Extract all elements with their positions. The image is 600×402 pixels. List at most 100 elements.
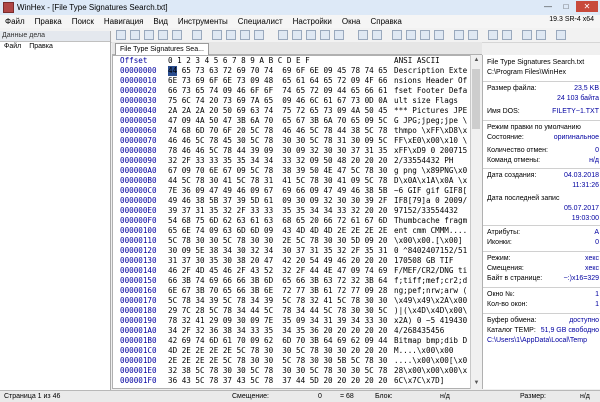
hex-row[interactable]: 00000170 5C 78 34 39 5C 78 34 39 5C 78 32… — [113, 296, 481, 306]
hex-row-ascii[interactable]: ....\x00\x00[\x0 — [394, 356, 467, 366]
hex-editor[interactable]: Offset 0 1 2 3 4 5 6 7 8 9 A B C D E F A… — [112, 55, 482, 389]
print-icon[interactable] — [158, 30, 168, 40]
hex-row-bytes[interactable]: 39 37 31 35 32 2F 33 33 35 35 34 34 33 3… — [168, 206, 387, 216]
hex-row[interactable]: 000000D0 49 46 38 5B 37 39 5D 61 09 30 09… — [113, 196, 481, 206]
hex-row-bytes[interactable]: 2A 2A 2A 20 50 69 63 74 75 72 65 73 09 4… — [168, 106, 387, 116]
hex-row-ascii[interactable]: g png \x89PNG\x0 — [394, 166, 467, 176]
hex-row[interactable]: 00000000 44 65 73 63 72 69 70 74 69 6F 6E… — [113, 66, 481, 76]
hex-row[interactable]: 00000100 65 6E 74 09 63 6D 6D 09 43 4D 4D… — [113, 226, 481, 236]
hex-row-bytes[interactable]: 5C 78 34 39 5C 78 34 39 5C 78 32 41 5C 7… — [168, 296, 387, 306]
hex-row-ascii[interactable]: ng;pef;nrw;arw ( — [394, 286, 467, 296]
hex-row-ascii[interactable]: fset Footer Defa — [394, 86, 467, 96]
hex-row-ascii[interactable]: thmpo \xFF\xD8\x — [394, 126, 467, 136]
hex-row-ascii[interactable]: FF\xE0\x00\x10 \ — [394, 136, 467, 146]
menu-edit[interactable]: Правка — [30, 17, 67, 26]
hex-row-bytes[interactable]: 5C 78 30 30 5C 78 30 30 2E 5C 78 30 30 5… — [168, 236, 387, 246]
hex-row-bytes[interactable]: 44 5C 78 30 41 5C 78 31 41 5C 78 30 41 0… — [168, 176, 387, 186]
case-menu-edit[interactable]: Правка — [29, 43, 53, 50]
hex-row-ascii[interactable]: 28\x00\x00\x00\x — [394, 366, 467, 376]
menu-tools[interactable]: Инструменты — [173, 17, 233, 26]
hex-row[interactable]: 00000080 78 46 46 5C 78 44 39 09 30 09 32… — [113, 146, 481, 156]
hex-row[interactable]: 00000160 6E 67 3B 70 65 66 3B 6E 72 77 3B… — [113, 286, 481, 296]
hex-row-ascii[interactable]: )|(\x4D\x4D\x00\ — [394, 306, 467, 316]
hex-row[interactable]: 00000090 32 2F 33 33 35 35 34 34 33 32 09… — [113, 156, 481, 166]
hex-row[interactable]: 000000C0 7E 36 09 47 49 46 09 67 69 66 09… — [113, 186, 481, 196]
hex-row[interactable]: 000000F0 54 68 75 6D 62 63 61 63 68 65 20… — [113, 216, 481, 226]
scroll-down-icon[interactable]: ▼ — [472, 379, 481, 388]
vertical-scrollbar[interactable]: ▲ ▼ — [470, 55, 482, 389]
last-icon[interactable] — [502, 30, 512, 40]
hex-row[interactable]: 00000060 74 68 6D 70 6F 20 5C 78 46 46 5C… — [113, 126, 481, 136]
case-menu-file[interactable]: Файл — [4, 43, 21, 50]
hex-row-bytes[interactable]: 54 68 75 6D 62 63 61 63 68 65 20 66 72 6… — [168, 216, 387, 226]
forward-arrow-icon[interactable] — [468, 30, 478, 40]
hex-row-bytes[interactable]: 46 46 5C 78 45 30 5C 78 30 30 5C 78 31 3… — [168, 136, 387, 146]
hex-row-bytes[interactable]: 47 09 4A 50 47 3B 6A 70 65 67 3B 6A 70 6… — [168, 116, 387, 126]
goto-offset-icon[interactable] — [358, 30, 368, 40]
hex-row[interactable]: 00000130 31 37 30 35 30 38 20 47 42 20 54… — [113, 256, 481, 266]
hex-row-ascii[interactable]: x2A) 0 ~5 419430 — [394, 316, 467, 326]
help-icon[interactable] — [556, 30, 566, 40]
new-file-icon[interactable] — [116, 30, 126, 40]
hex-row[interactable]: 000001A0 34 2F 32 36 38 34 33 35 34 35 36… — [113, 326, 481, 336]
goto-sector-icon[interactable] — [372, 30, 382, 40]
menu-view[interactable]: Вид — [148, 17, 172, 26]
hex-row-bytes[interactable]: 6E 67 3B 70 65 66 3B 6E 72 77 3B 61 72 7… — [168, 286, 387, 296]
hex-row-bytes[interactable]: 66 3B 74 69 66 66 3B 6D 65 66 3B 63 72 3… — [168, 276, 387, 286]
hex-row-bytes[interactable]: 74 68 6D 70 6F 20 5C 78 46 46 5C 78 44 3… — [168, 126, 387, 136]
hex-row-ascii[interactable]: ~6 GIF gif GIF8[ — [394, 186, 467, 196]
hex-row-bytes[interactable]: 6E 73 69 6F 6E 73 09 48 65 61 64 65 72 0… — [168, 76, 387, 86]
hex-row-bytes[interactable]: 31 37 30 35 30 38 20 47 42 20 54 49 46 2… — [168, 256, 387, 266]
properties-icon[interactable] — [172, 30, 182, 40]
ram-icon[interactable] — [406, 30, 416, 40]
hex-row-ascii[interactable]: ent cmm CMMM.... — [394, 226, 467, 236]
hex-row-bytes[interactable]: 67 09 70 6E 67 09 5C 78 38 39 50 4E 47 5… — [168, 166, 387, 176]
hex-row[interactable]: 00000180 29 7C 28 5C 78 34 44 5C 78 34 44… — [113, 306, 481, 316]
tab-file-type-signatures[interactable]: File Type Signatures Sea... — [115, 43, 209, 55]
hex-row-ascii[interactable]: 4/268435456 — [394, 326, 467, 336]
first-icon[interactable] — [488, 30, 498, 40]
hex-row-bytes[interactable]: 75 6C 74 20 73 69 7A 65 09 46 6C 61 67 7… — [168, 96, 387, 106]
hex-row-ascii[interactable]: D\x0A\x1A\x0A \x — [394, 176, 467, 186]
hex-row[interactable]: 00000190 78 32 41 29 09 30 09 7E 35 09 34… — [113, 316, 481, 326]
hex-row[interactable]: 00000020 66 73 65 74 09 46 6F 6F 74 65 72… — [113, 86, 481, 96]
hex-row[interactable]: 00000110 5C 78 30 30 5C 78 30 30 2E 5C 78… — [113, 236, 481, 246]
hex-row-ascii[interactable]: 2/33554432 PH — [394, 156, 467, 166]
hex-row-ascii[interactable]: 0 ^8402407152/51 — [394, 246, 467, 256]
disk-icon[interactable] — [392, 30, 402, 40]
hex-row[interactable]: 00000150 66 3B 74 69 66 66 3B 6D 65 66 3B… — [113, 276, 481, 286]
hex-row-bytes[interactable]: 34 2F 32 36 38 34 33 35 34 35 36 20 20 2… — [168, 326, 387, 336]
hex-row[interactable]: 00000050 47 09 4A 50 47 3B 6A 70 65 67 3B… — [113, 116, 481, 126]
replace-hex-icon[interactable] — [320, 30, 330, 40]
hex-row[interactable]: 000001B0 42 69 74 6D 61 70 09 62 6D 70 3B… — [113, 336, 481, 346]
hex-row-bytes[interactable]: 32 2F 33 33 35 35 34 34 33 32 09 50 48 2… — [168, 156, 387, 166]
paste-icon[interactable] — [240, 30, 250, 40]
find-hex-icon[interactable] — [292, 30, 302, 40]
hex-row[interactable]: 000000A0 67 09 70 6E 67 09 5C 78 38 39 50… — [113, 166, 481, 176]
menu-windows[interactable]: Окна — [337, 17, 366, 26]
copy-icon[interactable] — [226, 30, 236, 40]
settings-icon[interactable] — [536, 30, 546, 40]
hex-row[interactable]: 000001C0 4D 2E 2E 2E 2E 5C 78 30 30 5C 78… — [113, 346, 481, 356]
cut-icon[interactable] — [212, 30, 222, 40]
hex-row[interactable]: 00000010 6E 73 69 6F 6E 73 09 48 65 61 64… — [113, 76, 481, 86]
hex-row-bytes[interactable]: 66 73 65 74 09 46 6F 6F 74 65 72 09 44 6… — [168, 86, 387, 96]
hex-row[interactable]: 00000040 2A 2A 2A 20 50 69 63 74 75 72 65… — [113, 106, 481, 116]
hex-row-bytes[interactable]: 49 46 38 5B 37 39 5D 61 09 30 09 32 30 3… — [168, 196, 387, 206]
menu-file[interactable]: Файл — [0, 17, 30, 26]
hex-row-ascii[interactable]: f;tiff;mef;cr2;d — [394, 276, 467, 286]
close-icon[interactable]: ✕ — [576, 1, 598, 12]
hex-row-ascii[interactable]: nsions Header Of — [394, 76, 467, 86]
hex-row-ascii[interactable]: \x00\x00.[\x00] — [394, 236, 467, 246]
hex-row-ascii[interactable]: G JPG;jpeg;jpe \ — [394, 116, 467, 126]
hex-row-bytes[interactable]: 78 32 41 29 09 30 09 7E 35 09 34 31 39 3… — [168, 316, 387, 326]
hex-row-ascii[interactable]: Thumbcache fragm — [394, 216, 467, 226]
hex-row-bytes[interactable]: 36 43 5C 78 37 43 5C 78 37 44 5D 20 20 2… — [168, 376, 387, 386]
hex-row-ascii[interactable]: *** Pictures JPE — [394, 106, 467, 116]
save-icon[interactable] — [144, 30, 154, 40]
hex-row-ascii[interactable]: Description Exte — [394, 66, 467, 76]
hex-row-ascii[interactable]: Bitmap bmp;dib D — [394, 336, 467, 346]
hex-row-ascii[interactable]: \x49\x49\x2A\x00 — [394, 296, 467, 306]
open-file-icon[interactable] — [130, 30, 140, 40]
calculator-icon[interactable] — [420, 30, 430, 40]
